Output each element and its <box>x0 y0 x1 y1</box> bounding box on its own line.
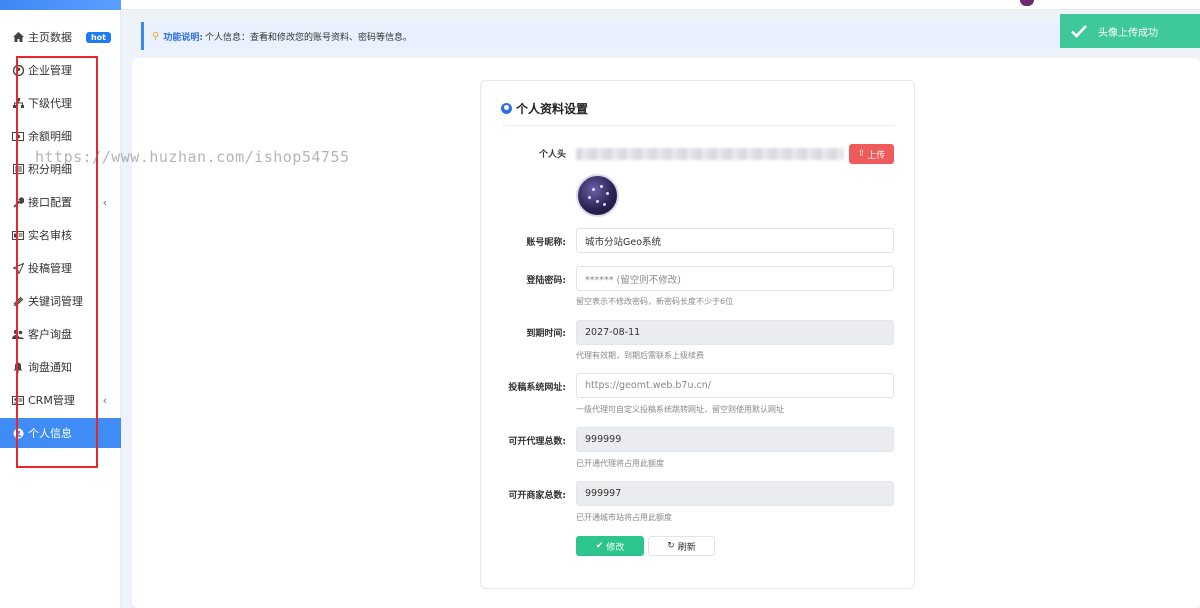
sidebar-item-label: 个人信息 <box>28 427 72 440</box>
sidebar-item-profile[interactable]: 个人信息 <box>0 418 121 448</box>
agent-total-field: 999999 <box>576 427 894 452</box>
sidebar-item-submissions[interactable]: 投稿管理 <box>0 253 121 283</box>
sidebar-item-label: CRM管理 <box>28 394 75 407</box>
check-icon <box>1071 25 1087 38</box>
building-icon <box>12 64 24 76</box>
sidebar: 主页数据 hot 企业管理 下级代理 余额明细 积分明细 接口配置 ‹ 实名审核… <box>0 10 121 608</box>
tag-icon <box>12 295 24 307</box>
sitemap-icon <box>12 97 24 109</box>
nickname-label: 账号昵称: <box>526 238 566 248</box>
sidebar-item-label: 下级代理 <box>28 97 72 110</box>
top-bar <box>0 0 1200 10</box>
password-label: 登陆密码: <box>526 276 566 286</box>
notice-text: 个人信息：查看和修改您的账号资料、密码等信息。 <box>204 32 412 43</box>
sidebar-item-label: 询盘通知 <box>28 361 72 374</box>
profile-settings-card: 个人资料设置 个人头 ⇧ 上传 账号昵称: 城市分站Geo系统 登陆密码: **… <box>480 80 915 589</box>
sidebar-item-inquiries[interactable]: 客户询盘 <box>0 319 121 349</box>
sidebar-item-label: 余额明细 <box>28 130 72 143</box>
save-button[interactable]: ✔ 修改 <box>576 536 644 556</box>
avatar-preview <box>576 174 619 217</box>
password-help: 留空表示不修改密码，新密码长度不少于6位 <box>576 297 734 306</box>
upload-icon: ⇧ <box>857 149 866 159</box>
send-icon <box>12 262 24 274</box>
sidebar-item-crm[interactable]: CRM管理 ‹ <box>0 385 121 415</box>
card-title-text: 个人资料设置 <box>516 102 589 116</box>
refresh-button[interactable]: ↻ 刷新 <box>648 536 715 556</box>
sidebar-item-agents[interactable]: 下级代理 <box>0 88 121 118</box>
agent-total-help: 已开通代理将占用此额度 <box>576 459 664 468</box>
sidebar-item-enterprise[interactable]: 企业管理 <box>0 55 121 85</box>
home-icon <box>12 31 24 43</box>
function-notice: ⚲ 功能说明: 个人信息：查看和修改您的账号资料、密码等信息。 <box>141 22 1191 50</box>
brand-strip <box>0 0 121 10</box>
hot-badge: hot <box>85 31 111 43</box>
submit-url-input[interactable]: https://geomt.web.b7u.cn/ <box>576 373 894 398</box>
id-card-icon <box>12 229 24 241</box>
merchant-total-label: 可开商家总数: <box>508 491 566 501</box>
refresh-button-label: 刷新 <box>677 542 696 553</box>
submit-url-label: 投稿系统网址: <box>508 383 566 393</box>
upload-button-label: 上传 <box>867 150 886 161</box>
submit-url-help: 一级代理可自定义投稿系统跳转网址，留空则使用默认网址 <box>576 405 784 414</box>
merchant-total-help: 已开通城市站将占用此额度 <box>576 513 672 522</box>
upload-success-toast: 头像上传成功 <box>1060 14 1200 48</box>
sidebar-item-label: 客户询盘 <box>28 328 72 341</box>
save-button-label: 修改 <box>606 542 625 553</box>
list-icon <box>12 163 24 175</box>
sidebar-item-balance[interactable]: 余额明细 <box>0 121 121 151</box>
watermark: https://www.huzhan.com/ishop54755 <box>35 148 350 166</box>
expiry-help: 代理有效期，到期后需联系上级续费 <box>576 351 704 360</box>
expiry-field: 2027-08-11 <box>576 320 894 345</box>
agent-total-label: 可开代理总数: <box>508 437 566 447</box>
sidebar-item-label: 投稿管理 <box>28 262 72 275</box>
sidebar-item-verification[interactable]: 实名审核 <box>0 220 121 250</box>
user-circle-icon <box>12 427 24 439</box>
address-card-icon <box>12 394 24 406</box>
sidebar-item-keywords[interactable]: 关键词管理 <box>0 286 121 316</box>
sidebar-item-label: 企业管理 <box>28 64 72 77</box>
check-icon: ✔ <box>595 541 604 551</box>
avatar-url-blurred <box>576 148 844 160</box>
sidebar-item-api-config[interactable]: 接口配置 ‹ <box>0 187 121 217</box>
sidebar-item-label: 关键词管理 <box>28 295 83 308</box>
users-icon <box>12 328 24 340</box>
chevron-left-icon: ‹ <box>102 393 107 407</box>
expiry-label: 到期时间: <box>526 329 566 339</box>
divider <box>501 125 894 126</box>
toast-text: 头像上传成功 <box>1098 27 1158 39</box>
wrench-icon <box>12 196 24 208</box>
card-title: 个人资料设置 <box>501 100 588 117</box>
lightbulb-icon: ⚲ <box>152 30 160 42</box>
upload-button[interactable]: ⇧ 上传 <box>849 144 894 164</box>
avatar-label: 个人头 <box>538 150 566 160</box>
sidebar-item-home[interactable]: 主页数据 hot <box>0 22 121 52</box>
money-icon <box>12 130 24 142</box>
chevron-left-icon: ‹ <box>102 195 107 209</box>
nickname-input[interactable]: 城市分站Geo系统 <box>576 228 894 253</box>
refresh-icon: ↻ <box>667 541 675 551</box>
password-input[interactable]: ****** (留空则不修改) <box>576 266 894 291</box>
user-circle-icon <box>501 103 512 114</box>
sidebar-item-label: 接口配置 <box>28 196 72 209</box>
sidebar-item-label: 实名审核 <box>28 229 72 242</box>
header-avatar[interactable] <box>1020 0 1034 6</box>
bell-icon <box>12 361 24 373</box>
sidebar-item-label: 主页数据 <box>28 31 72 44</box>
merchant-total-field: 999997 <box>576 481 894 506</box>
notice-label: 功能说明: <box>163 32 203 43</box>
sidebar-item-inquiry-notify[interactable]: 询盘通知 <box>0 352 121 382</box>
